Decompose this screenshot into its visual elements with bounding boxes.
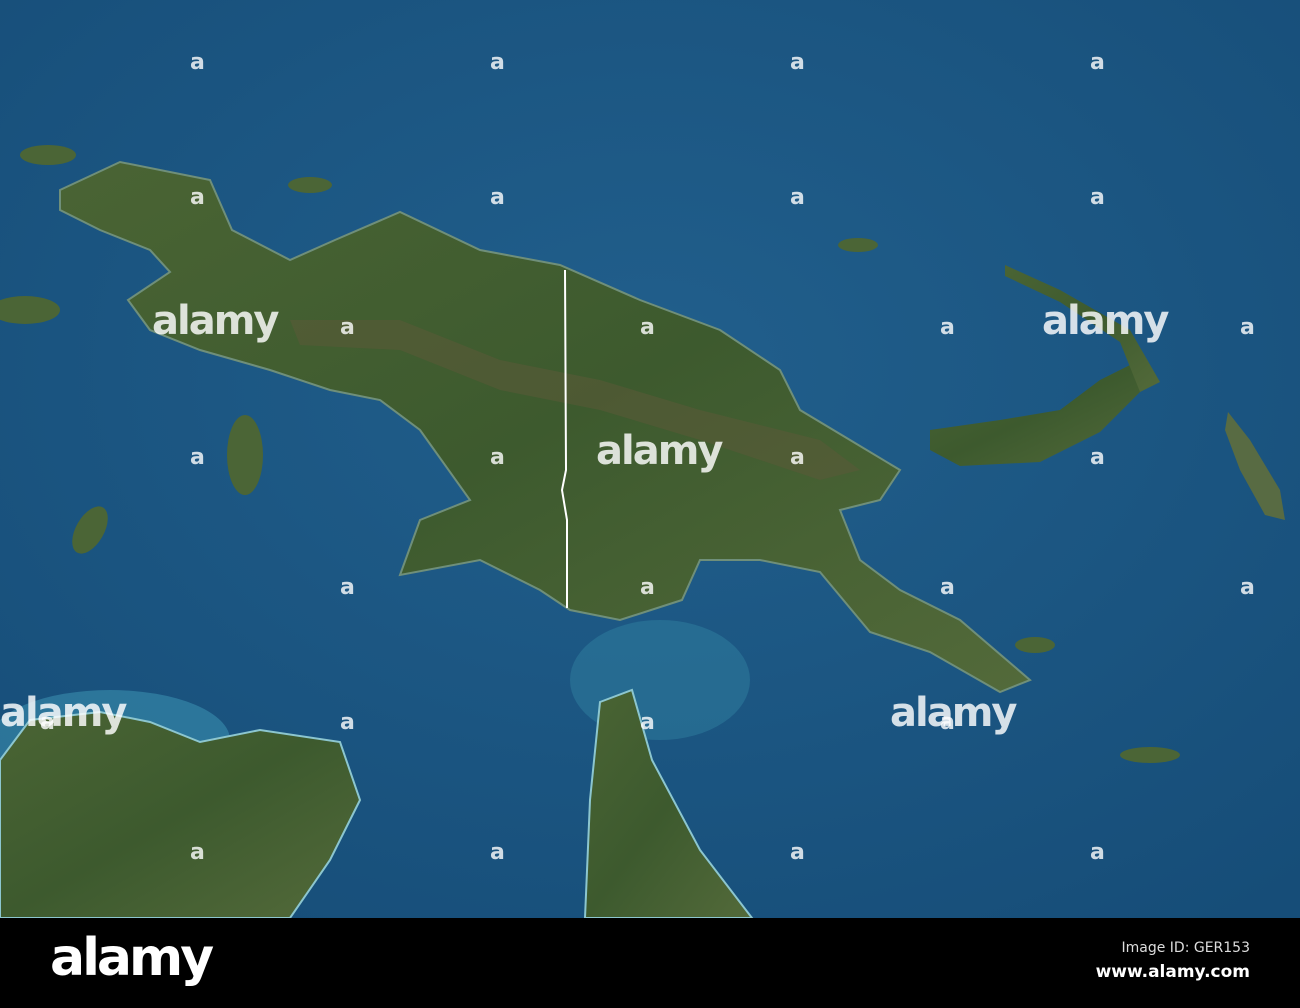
image-id: Image ID: GER153 — [1121, 940, 1250, 956]
watermark-mark: a — [340, 575, 355, 600]
watermark-mark: a — [190, 445, 205, 470]
watermark-mark: a — [640, 575, 655, 600]
island — [227, 415, 263, 495]
watermark-mark: a — [1240, 315, 1255, 340]
watermark-mark: a — [640, 315, 655, 340]
watermark: alamy — [0, 690, 127, 736]
watermark-mark: a — [1240, 575, 1255, 600]
watermark-mark: a — [190, 50, 205, 75]
watermark-mark: a — [190, 840, 205, 865]
watermark: alamy — [1042, 298, 1169, 344]
australia-northern-territory — [0, 710, 362, 918]
watermark-mark: a — [790, 445, 805, 470]
watermark-mark: a — [790, 50, 805, 75]
watermark-mark: a — [490, 840, 505, 865]
watermark-mark: a — [1090, 445, 1105, 470]
island — [838, 238, 878, 252]
watermark-mark: a — [490, 445, 505, 470]
watermark-mark: a — [640, 710, 655, 735]
watermark-mark: a — [790, 185, 805, 210]
watermark-mark: a — [1090, 840, 1105, 865]
watermark-mark: a — [40, 710, 55, 735]
watermark: alamy — [596, 428, 723, 474]
footer-bar: alamy Image ID: GER153 www.alamy.com — [0, 918, 1300, 1008]
island — [1015, 637, 1055, 653]
watermark-mark: a — [1090, 50, 1105, 75]
watermark-mark: a — [340, 710, 355, 735]
alamy-logo: alamy — [50, 928, 214, 988]
watermark-mark: a — [940, 315, 955, 340]
watermark: alamy — [152, 298, 279, 344]
watermark-mark: a — [790, 840, 805, 865]
watermark-mark: a — [940, 710, 955, 735]
watermark-mark: a — [1090, 185, 1105, 210]
watermark-mark: a — [490, 50, 505, 75]
watermark-mark: a — [190, 185, 205, 210]
site-url: www.alamy.com — [1095, 962, 1250, 982]
watermark-mark: a — [340, 315, 355, 340]
watermark-mark: a — [940, 575, 955, 600]
island — [1120, 747, 1180, 763]
island — [288, 177, 332, 193]
watermark-mark: a — [490, 185, 505, 210]
island — [20, 145, 76, 165]
